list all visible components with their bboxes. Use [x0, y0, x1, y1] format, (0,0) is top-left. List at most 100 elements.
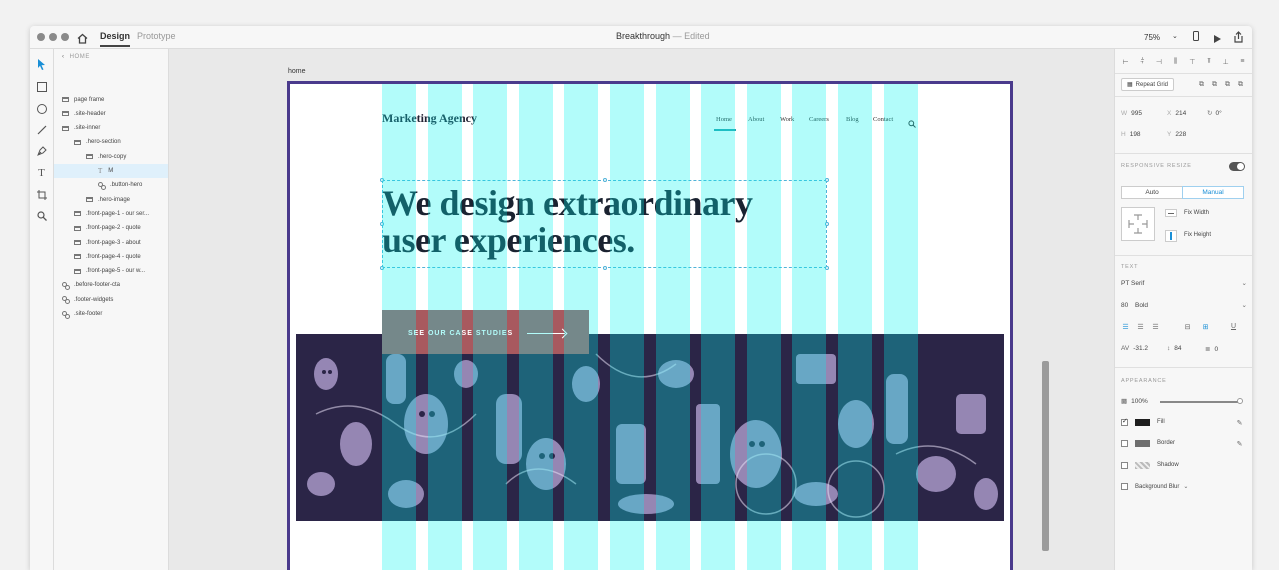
fix-height-icon[interactable]	[1165, 230, 1177, 242]
height-field[interactable]: H 198	[1121, 131, 1141, 138]
opacity-slider[interactable]	[1160, 398, 1243, 404]
align-right-icon[interactable]: ⊣	[1154, 57, 1163, 66]
opacity-slider-handle[interactable]	[1237, 398, 1243, 404]
eyedropper-icon[interactable]: ✎	[1235, 439, 1244, 448]
artboard-home[interactable]: Marketing Agency Home About Work Careers…	[287, 81, 1013, 570]
line-tool-icon[interactable]	[35, 123, 48, 136]
canvas[interactable]: home Marketing Agency Home About Work Ca…	[169, 49, 1113, 570]
resize-auto-button[interactable]: Auto	[1121, 186, 1183, 199]
play-icon[interactable]	[1213, 31, 1222, 49]
auto-width-text-icon[interactable]: ⊟	[1183, 322, 1192, 331]
grid-column	[382, 84, 416, 570]
grid-column	[746, 84, 781, 570]
distribute-icon[interactable]: ⫼	[1171, 57, 1180, 66]
close-window-button[interactable]	[37, 33, 45, 41]
shadow-color-swatch[interactable]	[1135, 462, 1150, 469]
line-spacing-field[interactable]: ↕ 84	[1167, 345, 1181, 352]
fill-checkbox[interactable]: ✓	[1121, 418, 1128, 426]
align-center-icon[interactable]: ⫩	[1138, 57, 1147, 66]
layer-item[interactable]: page frame	[62, 93, 104, 106]
y-field[interactable]: Y 228	[1167, 131, 1186, 138]
layer-item[interactable]: .front-page-5 - our w...	[74, 265, 145, 278]
layer-item[interactable]: .front-page-4 - quote	[74, 250, 141, 263]
zoom-tool-icon[interactable]	[35, 209, 48, 222]
zoom-chevron-down-icon[interactable]: ⌄	[1172, 32, 1178, 40]
repeat-grid-button[interactable]: ▦ Repeat Grid	[1121, 78, 1175, 91]
background-blur-label[interactable]: Background Blur ⌄	[1135, 483, 1188, 490]
layer-item[interactable]: .front-page-2 - quote	[74, 222, 141, 235]
tab-prototype[interactable]: Prototype	[137, 31, 176, 41]
fix-width-icon[interactable]	[1165, 209, 1177, 217]
artboard-label[interactable]: home	[288, 68, 306, 75]
boolean-subtract-icon[interactable]: ⧉	[1210, 80, 1219, 89]
align-bottom-icon[interactable]: ⊥	[1221, 57, 1230, 66]
border-color-swatch[interactable]	[1135, 440, 1150, 447]
layer-item[interactable]: .site-inner	[62, 122, 100, 135]
pen-tool-icon[interactable]	[35, 144, 48, 157]
resize-manual-button[interactable]: Manual	[1182, 186, 1244, 199]
resize-handle[interactable]	[603, 266, 607, 270]
grid-column	[473, 84, 508, 570]
align-top-icon[interactable]: ⊤	[1188, 57, 1197, 66]
font-weight-select[interactable]: Bold ⌄	[1135, 302, 1247, 309]
minimize-window-button[interactable]	[49, 33, 57, 41]
chevron-down-icon: ⌄	[1241, 280, 1247, 287]
responsive-resize-toggle[interactable]	[1229, 162, 1245, 171]
align-text-right-icon[interactable]: ☰	[1151, 322, 1160, 331]
text-tool-icon[interactable]: T	[35, 166, 48, 179]
layers-back-link[interactable]: ‹ HOME	[62, 54, 90, 60]
constraints-widget[interactable]	[1121, 207, 1155, 241]
layer-item[interactable]: .footer-widgets	[62, 293, 113, 306]
layer-item[interactable]: .front-page-3 - about	[74, 236, 141, 249]
layer-item[interactable]: .hero-copy	[86, 150, 126, 163]
boolean-intersect-icon[interactable]: ⧉	[1223, 80, 1232, 89]
select-tool-icon[interactable]	[35, 58, 48, 71]
inspector-panel: ⊢ ⫩ ⊣ ⫼ ⊤ ⫪ ⊥ ≡ ▦ Repeat Grid ⧉ ⧉ ⧉ ⧉ W 99…	[1114, 49, 1252, 570]
eyedropper-icon[interactable]: ✎	[1235, 418, 1244, 427]
align-text-center-icon[interactable]: ☰	[1136, 322, 1145, 331]
zoom-level[interactable]: 75%	[1144, 33, 1160, 42]
boolean-add-icon[interactable]: ⧉	[1197, 80, 1206, 89]
fill-color-swatch[interactable]	[1135, 419, 1150, 426]
border-checkbox[interactable]	[1121, 440, 1128, 447]
layer-item[interactable]: .site-header	[62, 107, 106, 120]
share-icon[interactable]	[1233, 30, 1244, 48]
rectangle-tool-icon[interactable]	[35, 80, 48, 93]
ellipse-tool-icon[interactable]	[35, 102, 48, 115]
layer-item[interactable]: .hero-image	[86, 193, 130, 206]
device-preview-icon[interactable]	[1193, 31, 1199, 41]
home-icon[interactable]	[77, 31, 88, 44]
layer-item[interactable]: TM	[98, 165, 113, 178]
fill-label: Fill	[1157, 419, 1165, 425]
align-left-icon[interactable]: ⊢	[1121, 57, 1130, 66]
underline-icon[interactable]: U	[1229, 322, 1238, 331]
zoom-window-button[interactable]	[61, 33, 69, 41]
text-section-heading: TEXT	[1121, 264, 1139, 270]
font-family-select[interactable]: PT Serif ⌄	[1121, 280, 1247, 287]
shadow-checkbox[interactable]	[1121, 462, 1128, 469]
grid-column	[610, 84, 644, 570]
text-layer-icon: T	[98, 167, 103, 175]
opacity-field[interactable]: ▩ 100%	[1121, 397, 1148, 405]
font-size-field[interactable]: 80	[1121, 302, 1128, 309]
layer-item[interactable]: .button-hero	[98, 179, 142, 192]
canvas-scrollbar[interactable]	[1042, 361, 1049, 551]
distribute-vertical-icon[interactable]: ≡	[1238, 57, 1247, 66]
layer-item[interactable]: .before-footer-cta	[62, 279, 120, 292]
x-field[interactable]: X 214	[1167, 110, 1186, 117]
rotation-field[interactable]: ↻ 0°	[1207, 109, 1222, 117]
width-field[interactable]: W 995	[1121, 110, 1142, 117]
artboard-tool-icon[interactable]	[35, 188, 48, 201]
background-blur-checkbox[interactable]	[1121, 483, 1128, 490]
layer-item[interactable]: .site-footer	[62, 308, 102, 321]
tab-design[interactable]: Design	[100, 31, 131, 47]
character-spacing-field[interactable]: AV -31.2	[1121, 345, 1148, 352]
resize-handle[interactable]	[603, 178, 607, 182]
align-text-left-icon[interactable]: ☰	[1121, 322, 1130, 331]
layer-item[interactable]: .front-page-1 - our ser...	[74, 207, 149, 220]
paragraph-spacing-field[interactable]: ≣ 0	[1205, 345, 1218, 353]
boolean-exclude-icon[interactable]: ⧉	[1236, 80, 1245, 89]
layer-item[interactable]: .hero-section	[74, 136, 121, 149]
fixed-size-text-icon[interactable]: ⊞	[1201, 322, 1210, 331]
align-middle-icon[interactable]: ⫪	[1205, 57, 1214, 66]
